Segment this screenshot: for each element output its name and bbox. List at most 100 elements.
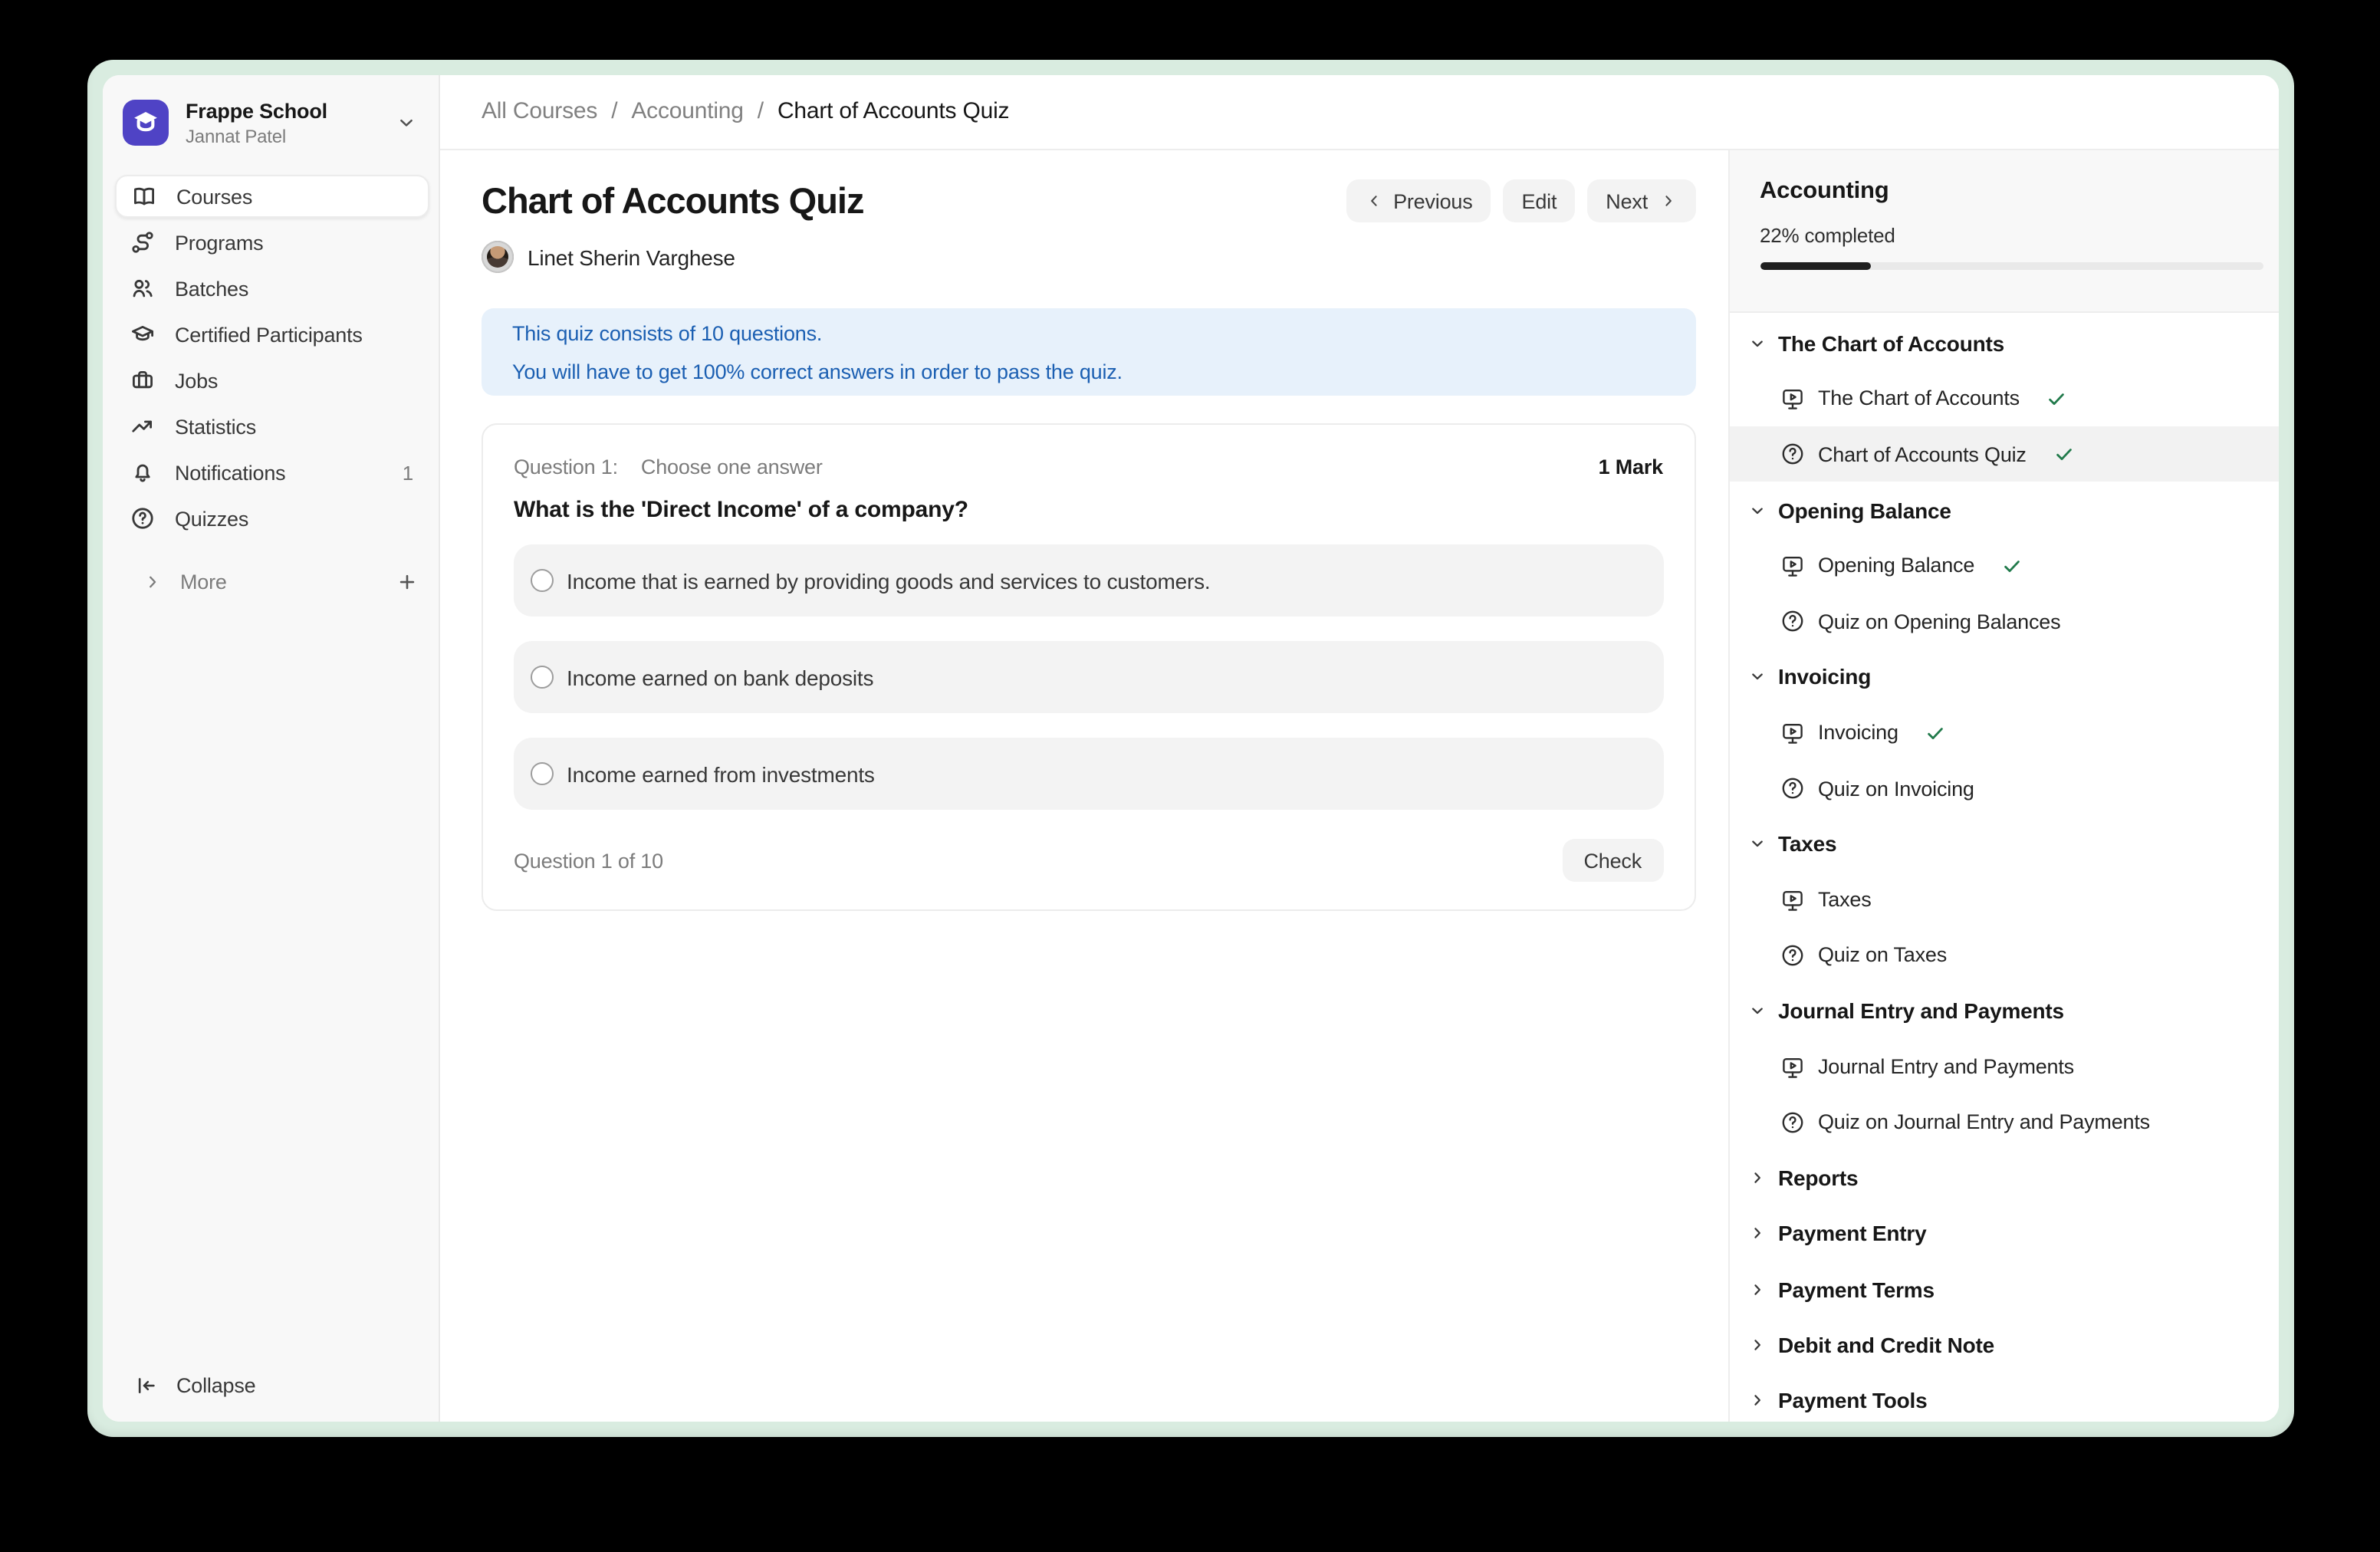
- breadcrumb-all-courses[interactable]: All Courses: [482, 99, 597, 125]
- course-outline: Accounting 22% completed The Chart of Ac…: [1727, 150, 2278, 1421]
- trending-up-icon: [130, 414, 155, 439]
- monitor-play-icon: [1780, 887, 1805, 912]
- question-number-label: Question 1:: [514, 455, 618, 479]
- screen: Frappe School Jannat Patel Courses Progra…: [0, 0, 2380, 1552]
- sidebar-item-certified-participants[interactable]: Certified Participants: [114, 313, 429, 356]
- sidebar-item-more[interactable]: More: [102, 560, 438, 603]
- answer-option-2[interactable]: Income earned on bank deposits: [514, 641, 1663, 713]
- check-icon: [2001, 555, 2023, 577]
- chevron-down-icon[interactable]: [395, 112, 416, 133]
- outline-lesson-invoicing[interactable]: Invoicing: [1729, 705, 2278, 761]
- sidebar-item-quizzes[interactable]: Quizzes: [114, 497, 429, 540]
- chevron-right-icon: [1747, 1392, 1766, 1410]
- sidebar-item-label: Programs: [175, 231, 263, 254]
- radio-button[interactable]: [531, 762, 554, 785]
- chapter-label: Journal Entry and Payments: [1778, 998, 2064, 1023]
- more-label: More: [180, 570, 227, 593]
- answer-options: Income that is earned by providing goods…: [514, 544, 1663, 810]
- collapse-label: Collapse: [176, 1374, 255, 1397]
- outline-lesson-taxes[interactable]: Taxes: [1729, 872, 2278, 928]
- quiz-toolbar: Previous Edit Next: [1346, 179, 1695, 222]
- previous-button[interactable]: Previous: [1346, 179, 1491, 222]
- help-circle-icon: [130, 506, 155, 531]
- chevron-right-icon: [1747, 1336, 1766, 1354]
- outline-chapter-payment-terms[interactable]: Payment Terms: [1729, 1261, 2278, 1317]
- answer-option-1[interactable]: Income that is earned by providing goods…: [514, 544, 1663, 617]
- lesson-label: Invoicing: [1818, 721, 1898, 744]
- outline-lesson-quiz-on-invoicing[interactable]: Quiz on Invoicing: [1729, 761, 2278, 817]
- breadcrumb-separator: /: [611, 99, 617, 125]
- lesson-label: Quiz on Opening Balances: [1818, 610, 2060, 633]
- outline-chapter-payment-tools[interactable]: Payment Tools: [1729, 1373, 2278, 1421]
- app-window: Frappe School Jannat Patel Courses Progra…: [102, 74, 2278, 1421]
- next-button[interactable]: Next: [1587, 179, 1695, 222]
- lesson-label: Journal Entry and Payments: [1818, 1055, 2074, 1078]
- chapter-label: Payment Terms: [1778, 1277, 1935, 1301]
- outline-chapter-payment-entry[interactable]: Payment Entry: [1729, 1206, 2278, 1262]
- course-progress-label: 22% completed: [1760, 224, 2263, 247]
- radio-button[interactable]: [531, 666, 554, 689]
- bell-icon: [130, 460, 155, 485]
- outline-lesson-the-chart-of-accounts[interactable]: The Chart of Accounts: [1729, 371, 2278, 427]
- outline-lesson-chart-of-accounts-quiz[interactable]: Chart of Accounts Quiz: [1729, 426, 2278, 482]
- collapse-sidebar-icon: [135, 1374, 158, 1397]
- school-switcher[interactable]: Frappe School Jannat Patel: [102, 74, 438, 146]
- course-title: Accounting: [1760, 175, 2263, 209]
- breadcrumb-current: Chart of Accounts Quiz: [777, 99, 1009, 125]
- check-icon: [2053, 443, 2075, 465]
- outline-lesson-quiz-on-opening-balances[interactable]: Quiz on Opening Balances: [1729, 594, 2278, 649]
- collapse-button[interactable]: Collapse: [102, 1364, 438, 1421]
- answer-option-label: Income that is earned by providing goods…: [567, 568, 1211, 593]
- outline-chapter-debit-and-credit-note[interactable]: Debit and Credit Note: [1729, 1317, 2278, 1373]
- breadcrumb-accounting[interactable]: Accounting: [631, 99, 743, 125]
- course-progress-bar: [1760, 262, 2263, 270]
- outline-chapter-taxes[interactable]: Taxes: [1729, 816, 2278, 872]
- sidebar-item-batches[interactable]: Batches: [114, 267, 429, 310]
- check-icon: [1925, 722, 1947, 743]
- left-sidebar: Frappe School Jannat Patel Courses Progra…: [102, 74, 439, 1421]
- outline-lesson-opening-balance[interactable]: Opening Balance: [1729, 538, 2278, 594]
- edit-button[interactable]: Edit: [1504, 179, 1576, 222]
- outline-chapter-invoicing[interactable]: Invoicing: [1729, 649, 2278, 705]
- answer-option-3[interactable]: Income earned from investments: [514, 738, 1663, 810]
- lesson-label: Taxes: [1818, 888, 1872, 911]
- lesson-label: Quiz on Invoicing: [1818, 777, 1974, 800]
- sidebar-item-label: Courses: [176, 185, 252, 208]
- lesson-label: Quiz on Journal Entry and Payments: [1818, 1111, 2150, 1134]
- chevron-right-icon: [1658, 192, 1677, 210]
- sidebar-item-label: Quizzes: [175, 507, 248, 530]
- check-icon: [2046, 388, 2068, 409]
- sidebar-item-notifications[interactable]: Notifications1: [114, 451, 429, 494]
- question-instruction: Choose one answer: [641, 455, 823, 479]
- notice-line: This quiz consists of 10 questions.: [512, 314, 1665, 352]
- chevron-right-icon: [1747, 1280, 1766, 1298]
- chapter-label: Opening Balance: [1778, 498, 1951, 522]
- lesson-label: Chart of Accounts Quiz: [1818, 442, 2027, 465]
- book-open-icon: [132, 184, 156, 209]
- course-outline-header: Accounting 22% completed: [1729, 150, 2278, 312]
- sidebar-item-statistics[interactable]: Statistics: [114, 405, 429, 448]
- question-progress: Question 1 of 10: [514, 849, 663, 872]
- chapter-label: Payment Tools: [1778, 1389, 1928, 1413]
- chapter-label: Payment Entry: [1778, 1222, 1926, 1246]
- outline-lesson-journal-entry-and-payments[interactable]: Journal Entry and Payments: [1729, 1039, 2278, 1095]
- school-name: Frappe School: [186, 99, 378, 123]
- outline-chapter-journal-entry-and-payments[interactable]: Journal Entry and Payments: [1729, 983, 2278, 1039]
- outline-chapter-reports[interactable]: Reports: [1729, 1150, 2278, 1206]
- question-text: What is the 'Direct Income' of a company…: [514, 495, 1663, 524]
- author-row: Linet Sherin Varghese: [482, 241, 864, 273]
- check-button[interactable]: Check: [1562, 839, 1663, 882]
- course-outline-list: The Chart of AccountsThe Chart of Accoun…: [1729, 312, 2278, 1421]
- sidebar-item-courses[interactable]: Courses: [114, 175, 429, 218]
- chevron-down-icon: [1747, 835, 1766, 853]
- frappe-school-logo-icon: [123, 100, 169, 146]
- outline-lesson-quiz-on-taxes[interactable]: Quiz on Taxes: [1729, 928, 2278, 984]
- outline-lesson-quiz-on-journal-entry-and-payments[interactable]: Quiz on Journal Entry and Payments: [1729, 1094, 2278, 1150]
- sidebar-item-label: Notifications: [175, 461, 285, 484]
- outline-chapter-opening-balance[interactable]: Opening Balance: [1729, 482, 2278, 538]
- add-icon[interactable]: [395, 570, 418, 593]
- sidebar-item-programs[interactable]: Programs: [114, 221, 429, 264]
- outline-chapter-the-chart-of-accounts[interactable]: The Chart of Accounts: [1729, 315, 2278, 371]
- sidebar-item-jobs[interactable]: Jobs: [114, 359, 429, 402]
- radio-button[interactable]: [531, 569, 554, 592]
